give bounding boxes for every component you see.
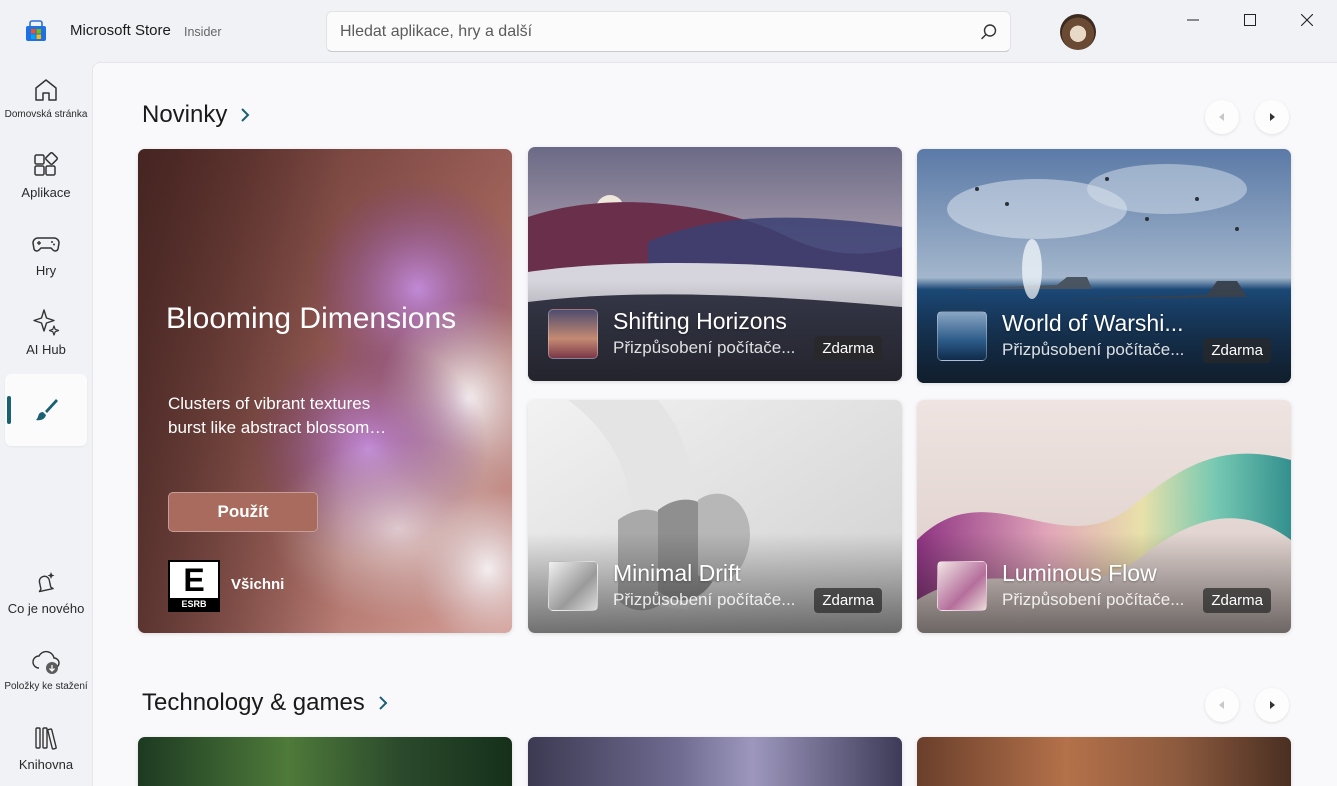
card-title: Luminous Flow [1002,560,1157,586]
nav-item-home[interactable]: Domovská stránka [5,62,87,134]
sparkle-icon [33,309,60,336]
price-badge: Zdarma [1203,588,1271,613]
price-badge: Zdarma [1203,338,1271,363]
nav-label: Položky ke stažení [4,681,88,692]
hero-description: Clusters of vibrant textures burst like … [168,394,387,437]
card-title: World of Warshi... [1002,310,1184,336]
nav-item-whats-new[interactable]: Co je nového [5,556,87,628]
hero-title: Blooming Dimensions [166,302,457,335]
search-box [326,11,1011,52]
whats-new-icon [38,572,55,593]
close-button[interactable] [1284,8,1330,32]
theme-card[interactable]: Minimal Drift Přizpůsobení počítače... Z… [528,400,902,633]
nav-item-ai-hub[interactable]: AI Hub [5,296,87,368]
cloud-download-icon [32,650,60,674]
nav-label: Knihovna [18,757,74,772]
section-title-text: Technology & games [142,689,365,716]
library-icon [35,727,57,750]
theme-card[interactable]: World of Warshi... Přizpůsobení počítače… [917,149,1291,383]
search-icon[interactable] [980,23,998,41]
theme-card[interactable]: Shifting Horizons Přizpůsobení počítače.… [528,147,902,381]
nav-item-apps[interactable]: Aplikace [5,140,87,212]
caret-right-icon [1270,113,1275,121]
card-thumbnail [937,561,987,611]
nav-item-games[interactable]: Hry [5,218,87,290]
chevron-right-icon [379,696,388,710]
active-indicator [7,396,11,424]
theme-card[interactable]: Luminous Flow Přizpůsobení počítače... Z… [917,400,1291,633]
card-thumbnail [937,311,987,361]
gamepad-icon [32,237,60,252]
section-title-novinky[interactable]: Novinky [142,101,251,129]
chevron-right-icon [241,108,250,122]
nav-label: Aplikace [21,185,71,200]
home-icon [35,79,57,101]
card-subtitle: Přizpůsobení počítače... [613,590,796,609]
section-title-text: Novinky [142,101,228,128]
nav-label: Co je nového [7,601,85,616]
maximize-icon [1244,14,1256,26]
app-title: Microsoft Store [70,22,171,39]
esrb-letter: E [183,561,205,598]
hero-card[interactable]: Blooming Dimensions Clusters of vibrant … [138,149,512,633]
store-logo-icon [26,20,46,41]
account-avatar[interactable] [1060,14,1096,50]
insider-badge: Insider [184,25,222,39]
theme-card[interactable] [138,737,512,786]
paintbrush-icon [36,399,58,421]
price-badge: Zdarma [814,588,882,613]
scroll-left-button[interactable] [1205,688,1239,722]
esrb-rating-icon: E ESRB [168,560,220,612]
nav-label: AI Hub [26,342,66,357]
scroll-right-button[interactable] [1255,688,1289,722]
card-thumbnail [548,561,598,611]
card-thumbnail [548,309,598,359]
esrb-text: ESRB [170,598,218,610]
sidebar: Domovská stránka Aplikace Hry AI Hub Co … [0,62,92,786]
card-artwork [138,737,512,786]
card-title: Minimal Drift [613,560,741,586]
section-title-technology-games[interactable]: Technology & games [142,689,389,717]
caret-left-icon [1219,113,1224,121]
nav-item-personalization[interactable] [5,374,87,446]
main-content: Novinky Blooming Dimensions Clusters of … [92,62,1337,786]
nav-item-downloads[interactable]: Položky ke stažení [4,634,88,706]
close-icon [1301,14,1313,26]
card-subtitle: Přizpůsobení počítače... [1002,340,1185,359]
nav-item-library[interactable]: Knihovna [5,712,87,784]
apply-button[interactable]: Použít [168,492,318,532]
title-bar: Microsoft Store Insider [0,0,1337,62]
minimize-button[interactable] [1170,8,1216,32]
theme-card[interactable] [917,737,1291,786]
minimize-icon [1187,19,1199,21]
maximize-button[interactable] [1227,8,1273,32]
caret-left-icon [1219,701,1224,709]
theme-card[interactable] [528,737,902,786]
scroll-right-button[interactable] [1255,100,1289,134]
card-subtitle: Přizpůsobení počítače... [613,338,796,357]
nav-label: Domovská stránka [4,109,88,120]
price-badge: Zdarma [814,336,882,361]
card-artwork [917,737,1291,786]
rating-label: Všichni [231,576,285,593]
scroll-left-button[interactable] [1205,100,1239,134]
search-input[interactable] [327,12,967,51]
card-title: Shifting Horizons [613,308,787,334]
nav-label: Hry [35,263,57,278]
card-artwork [528,737,902,786]
caret-right-icon [1270,701,1275,709]
card-subtitle: Přizpůsobení počítače... [1002,590,1185,609]
apps-icon [34,152,58,176]
